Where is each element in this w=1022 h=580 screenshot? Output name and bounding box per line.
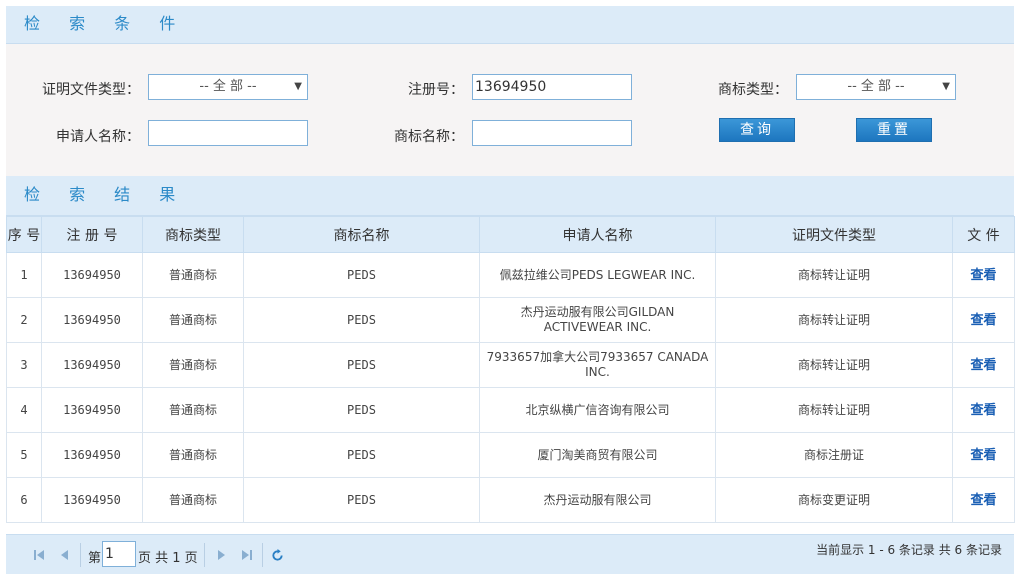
- col-header-tm-name: 商标名称: [243, 216, 480, 253]
- cell-tm-type: 普通商标: [142, 342, 244, 388]
- cert-type-select[interactable]: -- 全 部 -- ▼: [148, 74, 308, 100]
- view-file-link[interactable]: 查看: [970, 448, 996, 463]
- reset-button[interactable]: 重置: [856, 118, 932, 142]
- cell-tm-type: 普通商标: [142, 477, 244, 523]
- cell-cert-type: 商标注册证: [715, 432, 953, 478]
- cell-file: 查看: [952, 477, 1015, 523]
- cell-tm-name: PEDS: [243, 477, 480, 523]
- prev-page-icon[interactable]: [58, 549, 72, 563]
- col-header-applicant: 申请人名称: [479, 216, 716, 253]
- tm-name-label: 商标名称：: [394, 129, 464, 145]
- table-row: 2 13694950 普通商标 PEDS 杰丹运动服有限公司GILDAN ACT…: [6, 297, 1015, 343]
- query-button[interactable]: 查询: [719, 118, 795, 142]
- table-header-row: 序 号 注 册 号 商标类型 商标名称 申请人名称 证明文件类型 文 件: [6, 216, 1015, 253]
- tm-type-select[interactable]: -- 全 部 -- ▼: [796, 74, 956, 100]
- cell-cert-type: 商标变更证明: [715, 477, 953, 523]
- cell-reg-no: 13694950: [41, 432, 143, 478]
- cell-applicant: 北京纵横广信咨询有限公司: [479, 387, 716, 433]
- tm-type-select-value: -- 全 部 --: [847, 79, 905, 94]
- refresh-icon[interactable]: [270, 549, 284, 563]
- reg-no-input[interactable]: 13694950: [472, 74, 632, 100]
- cell-reg-no: 13694950: [41, 297, 143, 343]
- cell-file: 查看: [952, 297, 1015, 343]
- reg-no-label: 注册号：: [408, 82, 464, 98]
- cell-applicant: 佩兹拉维公司PEDS LEGWEAR INC.: [479, 252, 716, 298]
- pager-divider: [80, 543, 81, 567]
- cell-reg-no: 13694950: [41, 477, 143, 523]
- view-file-link[interactable]: 查看: [970, 403, 996, 418]
- cell-index: 3: [6, 342, 42, 388]
- table-row: 3 13694950 普通商标 PEDS 7933657加拿大公司7933657…: [6, 342, 1015, 388]
- search-results-header: 检 索 结 果: [6, 176, 1014, 216]
- cell-applicant: 杰丹运动服有限公司GILDAN ACTIVEWEAR INC.: [479, 297, 716, 343]
- cell-tm-name: PEDS: [243, 297, 480, 343]
- page-number-input[interactable]: 1: [102, 541, 136, 567]
- table-row: 1 13694950 普通商标 PEDS 佩兹拉维公司PEDS LEGWEAR …: [6, 252, 1015, 298]
- tm-type-label: 商标类型：: [718, 82, 788, 98]
- cell-cert-type: 商标转让证明: [715, 252, 953, 298]
- view-file-link[interactable]: 查看: [970, 358, 996, 373]
- cell-index: 1: [6, 252, 42, 298]
- cert-type-label: 证明文件类型：: [42, 82, 140, 98]
- cell-tm-name: PEDS: [243, 252, 480, 298]
- applicant-label: 申请人名称：: [56, 129, 140, 145]
- cell-reg-no: 13694950: [41, 252, 143, 298]
- cell-applicant: 厦门淘美商贸有限公司: [479, 432, 716, 478]
- chevron-down-icon: ▼: [942, 81, 950, 92]
- cell-tm-type: 普通商标: [142, 252, 244, 298]
- col-header-reg-no: 注 册 号: [41, 216, 143, 253]
- cell-file: 查看: [952, 252, 1015, 298]
- table-row: 5 13694950 普通商标 PEDS 厦门淘美商贸有限公司 商标注册证 查看: [6, 432, 1015, 478]
- view-file-link[interactable]: 查看: [970, 313, 996, 328]
- tm-name-input[interactable]: [472, 120, 632, 146]
- cell-file: 查看: [952, 432, 1015, 478]
- cell-reg-no: 13694950: [41, 387, 143, 433]
- pager-divider: [204, 543, 205, 567]
- first-page-icon[interactable]: [32, 549, 46, 563]
- results-table: 序 号 注 册 号 商标类型 商标名称 申请人名称 证明文件类型 文 件 1 1…: [6, 216, 1015, 523]
- col-header-cert-type: 证明文件类型: [715, 216, 953, 253]
- cert-type-select-value: -- 全 部 --: [199, 79, 257, 94]
- pagination-bar: 第 1 页 共 1 页 当前显示 1 - 6 条记录 共 6 条记录: [6, 534, 1014, 574]
- view-file-link[interactable]: 查看: [970, 268, 996, 283]
- cell-cert-type: 商标转让证明: [715, 387, 953, 433]
- cell-tm-name: PEDS: [243, 387, 480, 433]
- cell-applicant: 7933657加拿大公司7933657 CANADA INC.: [479, 342, 716, 388]
- search-form: 证明文件类型： -- 全 部 -- ▼ 注册号： 13694950 商标类型： …: [6, 44, 1014, 176]
- record-count-info: 当前显示 1 - 6 条记录 共 6 条记录: [816, 543, 1002, 557]
- col-header-file: 文 件: [952, 216, 1015, 253]
- search-conditions-header: 检 索 条 件: [6, 6, 1014, 44]
- cell-reg-no: 13694950: [41, 342, 143, 388]
- page-prefix: 第: [88, 551, 102, 566]
- last-page-icon[interactable]: [240, 549, 254, 563]
- col-header-index: 序 号: [6, 216, 42, 253]
- cell-cert-type: 商标转让证明: [715, 342, 953, 388]
- cell-file: 查看: [952, 387, 1015, 433]
- cell-tm-type: 普通商标: [142, 387, 244, 433]
- cell-tm-name: PEDS: [243, 342, 480, 388]
- cell-applicant: 杰丹运动服有限公司: [479, 477, 716, 523]
- view-file-link[interactable]: 查看: [970, 493, 996, 508]
- cell-index: 5: [6, 432, 42, 478]
- cell-index: 6: [6, 477, 42, 523]
- page-total-text: 页 共 1 页: [138, 551, 198, 566]
- pager-divider: [262, 543, 263, 567]
- cell-tm-name: PEDS: [243, 432, 480, 478]
- cell-tm-type: 普通商标: [142, 432, 244, 478]
- cell-cert-type: 商标转让证明: [715, 297, 953, 343]
- table-row: 6 13694950 普通商标 PEDS 杰丹运动服有限公司 商标变更证明 查看: [6, 477, 1015, 523]
- chevron-down-icon: ▼: [294, 81, 302, 92]
- cell-index: 4: [6, 387, 42, 433]
- table-row: 4 13694950 普通商标 PEDS 北京纵横广信咨询有限公司 商标转让证明…: [6, 387, 1015, 433]
- applicant-input[interactable]: [148, 120, 308, 146]
- cell-file: 查看: [952, 342, 1015, 388]
- col-header-tm-type: 商标类型: [142, 216, 244, 253]
- next-page-icon[interactable]: [214, 549, 228, 563]
- cell-index: 2: [6, 297, 42, 343]
- cell-tm-type: 普通商标: [142, 297, 244, 343]
